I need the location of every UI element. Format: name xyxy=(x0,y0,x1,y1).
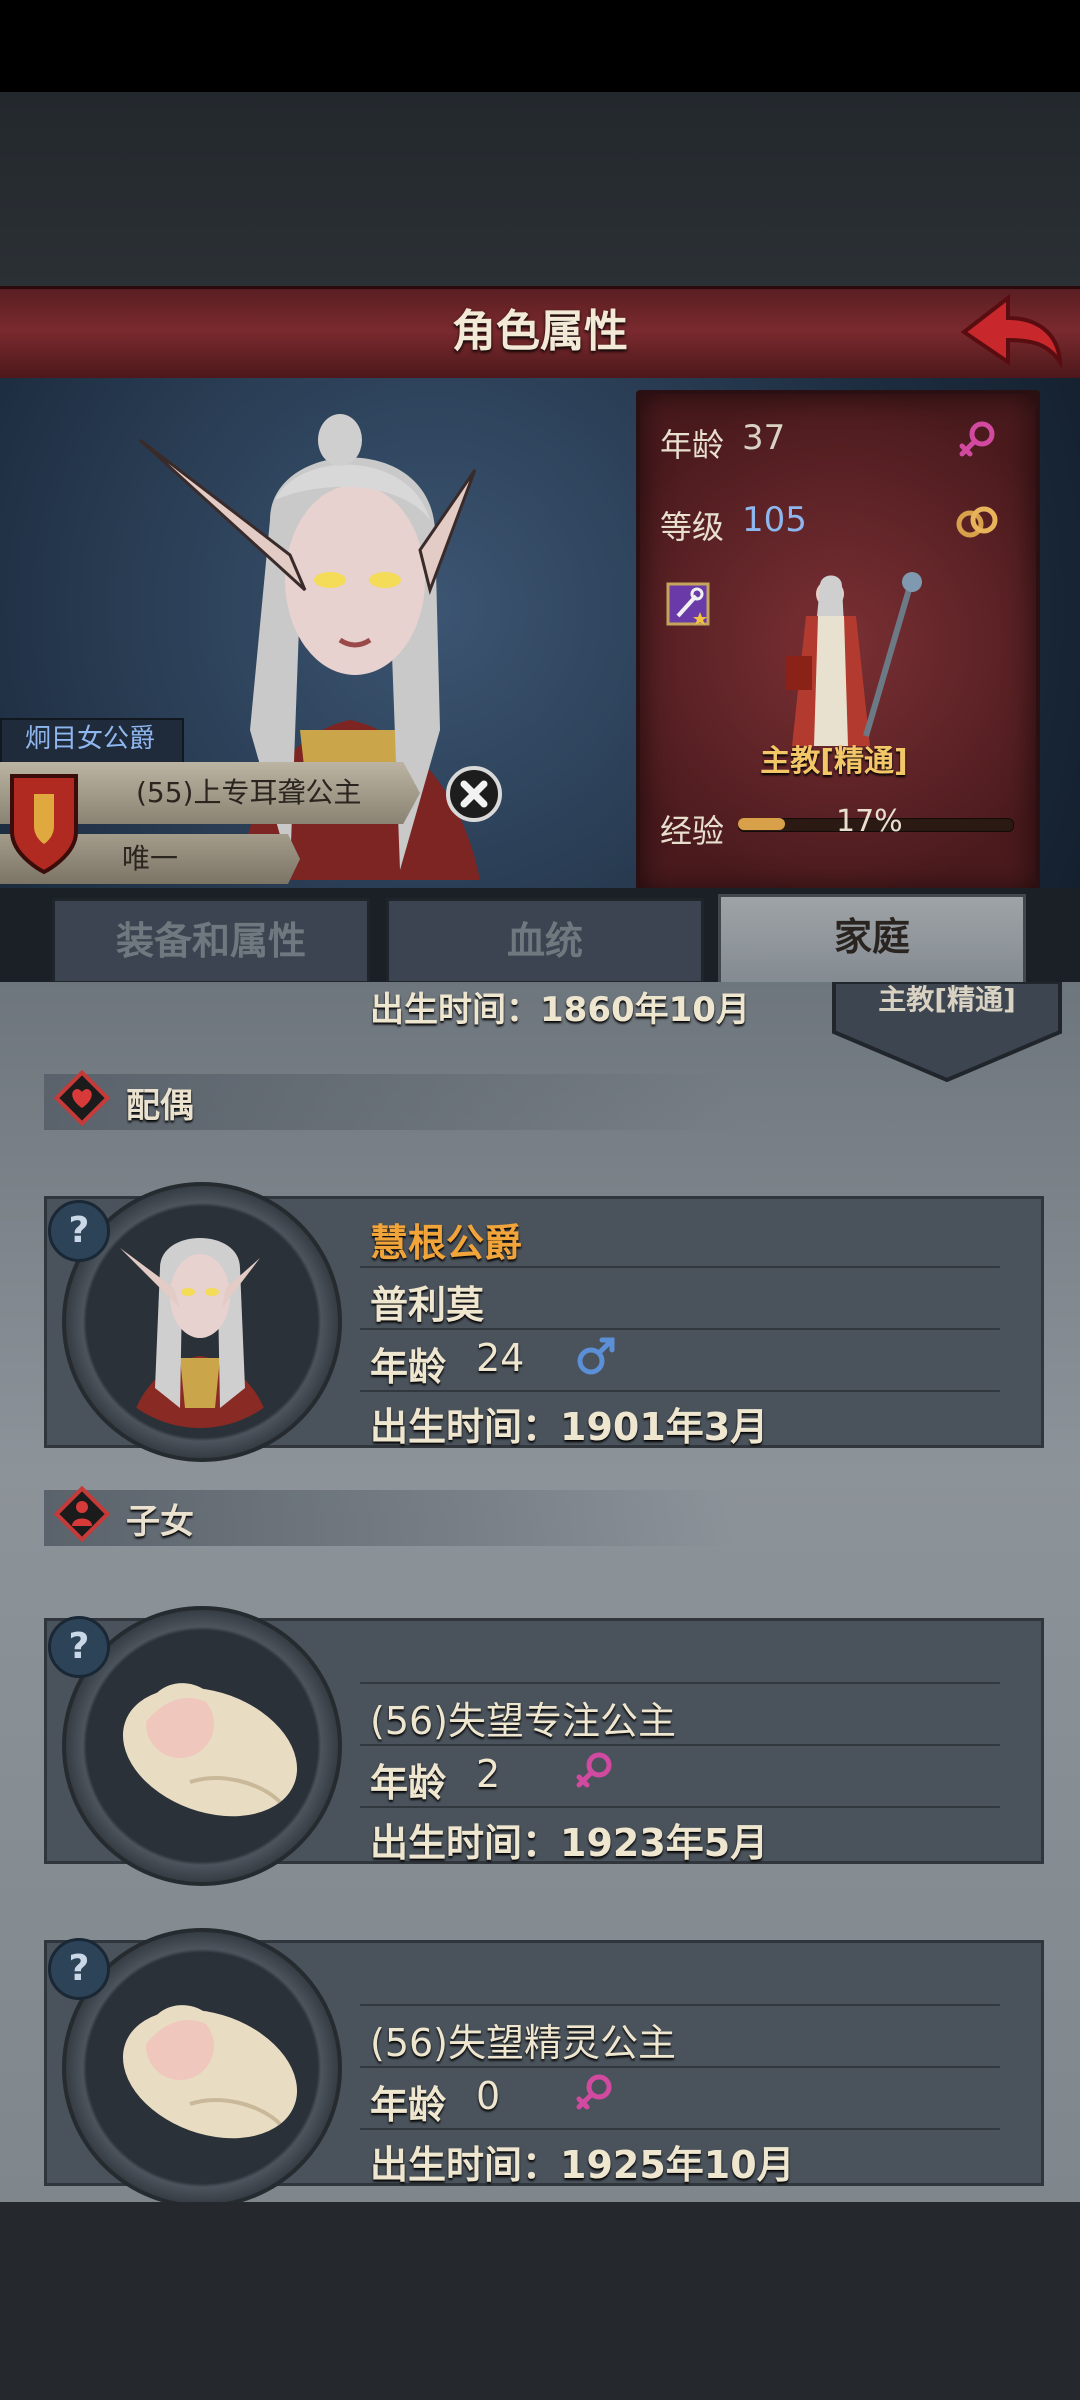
child-age: 2 xyxy=(476,1752,501,1796)
spouse-section-label: 配偶 xyxy=(126,1086,194,1126)
child-icon xyxy=(53,1485,111,1543)
bottom-bar-area xyxy=(0,2202,1080,2400)
tab-family[interactable]: 家庭 xyxy=(718,894,1026,988)
title-badge-text: 炯目女公爵 xyxy=(24,724,155,754)
spouse-age-label: 年龄 xyxy=(370,1345,447,1389)
bishop-figure xyxy=(786,572,922,746)
child-birth: 出生时间：1923年5月 xyxy=(370,1821,769,1865)
child-birth: 出生时间：1925年10月 xyxy=(370,2143,795,2187)
row-divider xyxy=(360,2066,1000,2068)
row-divider xyxy=(360,1744,1000,1746)
name-badge-text: (55)上专耳聋公主 xyxy=(136,776,362,809)
row-divider xyxy=(360,1390,1000,1392)
level-label: 等级 xyxy=(660,508,725,546)
question-icon[interactable]: ? xyxy=(48,1200,110,1262)
age-value: 37 xyxy=(742,418,786,458)
age-label: 年龄 xyxy=(660,426,725,464)
child-age-label: 年龄 xyxy=(370,2083,447,2127)
class-name: 主教[精通] xyxy=(760,744,908,779)
rings-icon[interactable] xyxy=(954,502,1000,542)
child-name: (56)失望精灵公主 xyxy=(370,2021,677,2065)
row-divider xyxy=(360,1266,1000,1268)
close-icon[interactable] xyxy=(444,764,504,824)
question-icon[interactable]: ? xyxy=(48,1938,110,2000)
spouse-title: 慧根公爵 xyxy=(370,1221,523,1265)
spouse-name: 普利莫 xyxy=(370,1283,485,1327)
exp-percent: 17% xyxy=(836,804,903,839)
status-bar-area xyxy=(0,0,1080,92)
child-age: 0 xyxy=(476,2074,501,2118)
upper-background xyxy=(0,92,1080,292)
child-name: (56)失望专注公主 xyxy=(370,1699,677,1743)
row-divider xyxy=(360,2004,1000,2006)
skill-staff-icon[interactable] xyxy=(666,582,710,626)
back-arrow-icon[interactable] xyxy=(956,292,1066,372)
spouse-avatar xyxy=(90,1208,310,1428)
row-divider xyxy=(360,1328,1000,1330)
child-age-label: 年龄 xyxy=(370,1761,447,1805)
female-icon xyxy=(959,421,995,457)
spouse-birth: 出生时间：1901年3月 xyxy=(370,1405,769,1449)
previous-class-text: 主教[精通] xyxy=(878,983,1016,1016)
tab-bloodline[interactable]: 血统 xyxy=(386,898,704,984)
question-icon[interactable]: ? xyxy=(48,1616,110,1678)
heart-icon xyxy=(53,1069,111,1127)
row-divider xyxy=(360,1806,1000,1808)
female-icon xyxy=(576,1752,612,1788)
row-divider xyxy=(360,1682,1000,1684)
tab-equipment[interactable]: 装备和属性 xyxy=(52,898,370,984)
female-icon xyxy=(576,2074,612,2110)
previous-birth-text: 出生时间：1860年10月 xyxy=(370,990,750,1030)
exp-bar-fill xyxy=(738,818,785,830)
children-section-label: 子女 xyxy=(126,1502,194,1542)
level-value: 105 xyxy=(742,500,807,540)
baby-avatar xyxy=(90,1954,310,2174)
page-title: 角色属性 xyxy=(452,306,628,357)
baby-avatar xyxy=(90,1632,310,1852)
row-divider xyxy=(360,2128,1000,2130)
spouse-age: 24 xyxy=(476,1336,525,1380)
male-icon xyxy=(577,1337,615,1375)
exp-label: 经验 xyxy=(660,812,725,850)
shield-icon xyxy=(10,774,78,875)
